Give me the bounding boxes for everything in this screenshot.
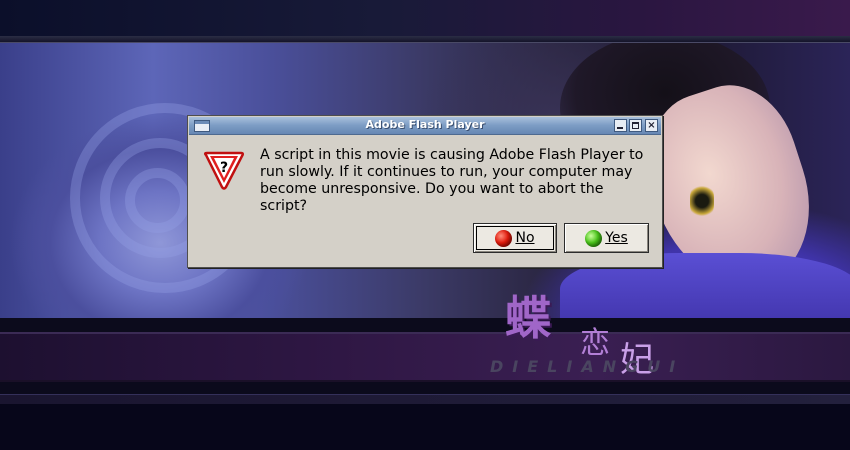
red-circle-icon (495, 229, 513, 247)
page-footer-band (0, 404, 850, 450)
yes-button[interactable]: Yes (564, 223, 649, 253)
maximize-icon (632, 122, 639, 129)
no-button[interactable]: No (473, 223, 557, 253)
close-button[interactable]: × (645, 119, 658, 132)
site-logo-char-1: 蝶 (505, 291, 551, 345)
close-icon: × (647, 120, 656, 131)
minimize-icon (617, 127, 623, 129)
minimize-button[interactable] (614, 119, 627, 132)
purple-stripe (0, 332, 850, 382)
dialog-titlebar[interactable]: Adobe Flash Player × (189, 117, 661, 135)
rose-decoration (125, 168, 190, 233)
banner-bottom-edge (0, 318, 850, 332)
yes-button-label: Yes (605, 230, 628, 246)
site-logo-latin: DIELIANGUI (490, 357, 685, 376)
header-divider (0, 36, 850, 43)
green-circle-icon (585, 229, 603, 247)
svg-text:?: ? (220, 160, 228, 176)
site-logo-char-2: 恋 (580, 326, 610, 361)
page-header-band (0, 0, 850, 36)
dialog-message: A script in this movie is causing Adobe … (260, 147, 644, 214)
earring-decoration (690, 183, 714, 219)
question-warning-icon: ? (203, 151, 245, 190)
flash-player-dialog: Adobe Flash Player × ? A script in this … (187, 115, 663, 268)
no-button-label: No (515, 230, 535, 246)
maximize-button[interactable] (629, 119, 642, 132)
dialog-title: Adobe Flash Player (365, 118, 485, 131)
